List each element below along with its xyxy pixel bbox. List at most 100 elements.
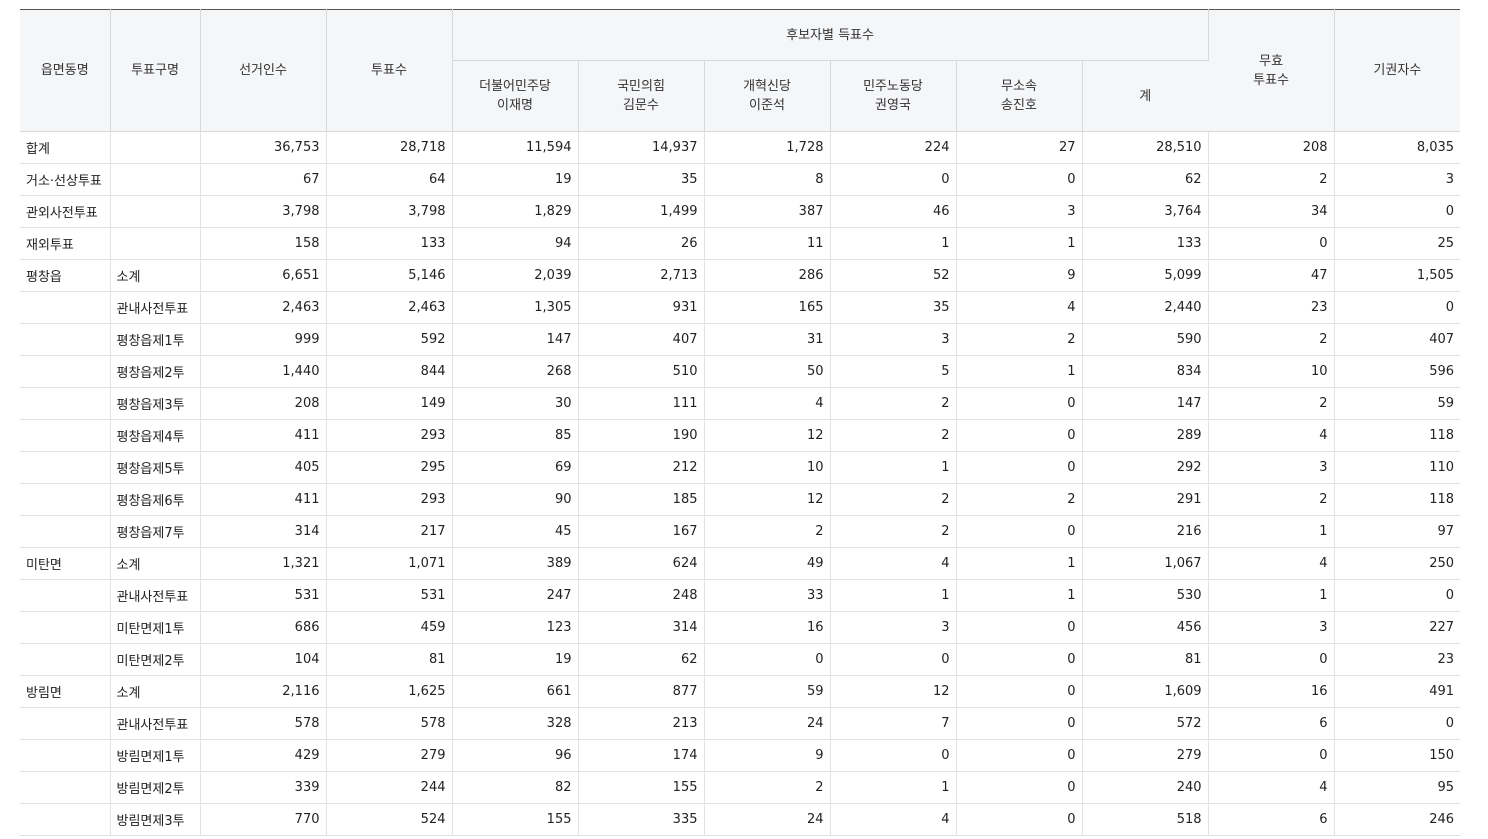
cell-candidate-2: 877 [578,675,705,708]
cell-abstain: 246 [1334,803,1461,836]
cell-vote-type [110,195,201,228]
cell-total: 292 [1082,451,1209,484]
cell-votes: 279 [326,739,453,772]
cell-region [20,483,111,516]
cell-electors: 67 [200,163,327,196]
cell-electors: 411 [200,483,327,516]
cell-candidate-2: 624 [578,547,705,580]
cell-candidate-2: 62 [578,643,705,676]
cell-invalid: 3 [1208,611,1335,644]
cell-candidate-5: 0 [956,451,1083,484]
cell-candidate-4: 4 [830,547,957,580]
cell-candidate-4: 2 [830,419,957,452]
cell-abstain: 596 [1334,355,1461,388]
cell-region: 합계 [20,131,111,164]
cell-vote-type: 소계 [110,259,201,292]
cell-electors: 411 [200,419,327,452]
cell-candidate-1: 328 [452,707,579,740]
cell-electors: 429 [200,739,327,772]
cell-vote-type: 방림면제1투 [110,739,201,772]
cell-abstain: 407 [1334,323,1461,356]
candidate-party: 더불어민주당 [479,79,551,94]
cell-candidate-3: 165 [704,291,831,324]
cell-electors: 1,321 [200,547,327,580]
cell-candidate-1: 1,829 [452,195,579,228]
cell-region [20,515,111,548]
header-invalid-line2: 투표수 [1253,72,1290,88]
cell-candidate-5: 0 [956,643,1083,676]
cell-electors: 578 [200,707,327,740]
cell-votes: 295 [326,451,453,484]
cell-region [20,803,111,836]
cell-vote-type [110,163,201,196]
cell-candidate-2: 35 [578,163,705,196]
cell-candidate-3: 2 [704,515,831,548]
cell-total: 3,764 [1082,195,1209,228]
cell-candidate-3: 16 [704,611,831,644]
cell-abstain: 110 [1334,451,1461,484]
header-candidate-group: 후보자별 득표수 [452,9,1209,61]
cell-electors: 104 [200,643,327,676]
cell-electors: 2,463 [200,291,327,324]
cell-total: 834 [1082,355,1209,388]
cell-candidate-2: 2,713 [578,259,705,292]
cell-candidate-4: 4 [830,803,957,836]
cell-invalid: 10 [1208,355,1335,388]
table-row: 관외사전투표 3,798 3,798 1,829 1,499 387 46 3 3,764 34 0 [20,195,1461,228]
cell-abstain: 95 [1334,771,1461,804]
cell-candidate-4: 12 [830,675,957,708]
cell-region: 재외투표 [20,227,111,260]
cell-abstain: 250 [1334,547,1461,580]
cell-electors: 1,440 [200,355,327,388]
cell-invalid: 4 [1208,771,1335,804]
cell-invalid: 0 [1208,643,1335,676]
cell-vote-type: 평창읍제1투 [110,323,201,356]
header-vote-type: 투표구명 [110,9,201,132]
cell-invalid: 2 [1208,387,1335,420]
cell-candidate-4: 1 [830,579,957,612]
cell-invalid: 1 [1208,515,1335,548]
cell-candidate-4: 0 [830,643,957,676]
cell-candidate-4: 1 [830,771,957,804]
cell-candidate-4: 224 [830,131,957,164]
cell-invalid: 1 [1208,579,1335,612]
cell-candidate-4: 2 [830,483,957,516]
cell-candidate-2: 407 [578,323,705,356]
cell-votes: 2,463 [326,291,453,324]
cell-candidate-3: 2 [704,771,831,804]
cell-candidate-3: 49 [704,547,831,580]
cell-candidate-5: 0 [956,419,1083,452]
cell-total: 518 [1082,803,1209,836]
cell-candidate-3: 24 [704,803,831,836]
cell-candidate-1: 69 [452,451,579,484]
table-header: 읍면동명 투표구명 선거인수 투표수 후보자별 득표수 무효 투표수 기권자수 … [20,9,1461,132]
header-total: 계 [1082,60,1209,132]
cell-candidate-4: 52 [830,259,957,292]
header-candidate-5: 무소속 송진호 [956,60,1083,132]
candidate-name: 권영국 [875,98,911,113]
cell-candidate-3: 10 [704,451,831,484]
cell-vote-type: 관내사전투표 [110,291,201,324]
cell-invalid: 6 [1208,803,1335,836]
cell-electors: 2,116 [200,675,327,708]
cell-region: 미탄면 [20,547,111,580]
cell-candidate-2: 174 [578,739,705,772]
cell-candidate-5: 1 [956,355,1083,388]
cell-region [20,771,111,804]
header-region: 읍면동명 [20,9,111,132]
cell-total: 81 [1082,643,1209,676]
cell-electors: 208 [200,387,327,420]
cell-candidate-5: 0 [956,803,1083,836]
cell-candidate-3: 24 [704,707,831,740]
candidate-name: 송진호 [1001,98,1037,113]
cell-votes: 244 [326,771,453,804]
cell-candidate-3: 59 [704,675,831,708]
cell-candidate-3: 1,728 [704,131,831,164]
cell-total: 289 [1082,419,1209,452]
cell-region: 방림면 [20,675,111,708]
table-row: 평창읍제6투 411 293 90 185 12 2 2 291 2 118 [20,483,1461,516]
cell-votes: 1,071 [326,547,453,580]
cell-votes: 293 [326,483,453,516]
table-row: 평창읍제2투 1,440 844 268 510 50 5 1 834 10 596 [20,355,1461,388]
cell-candidate-2: 190 [578,419,705,452]
